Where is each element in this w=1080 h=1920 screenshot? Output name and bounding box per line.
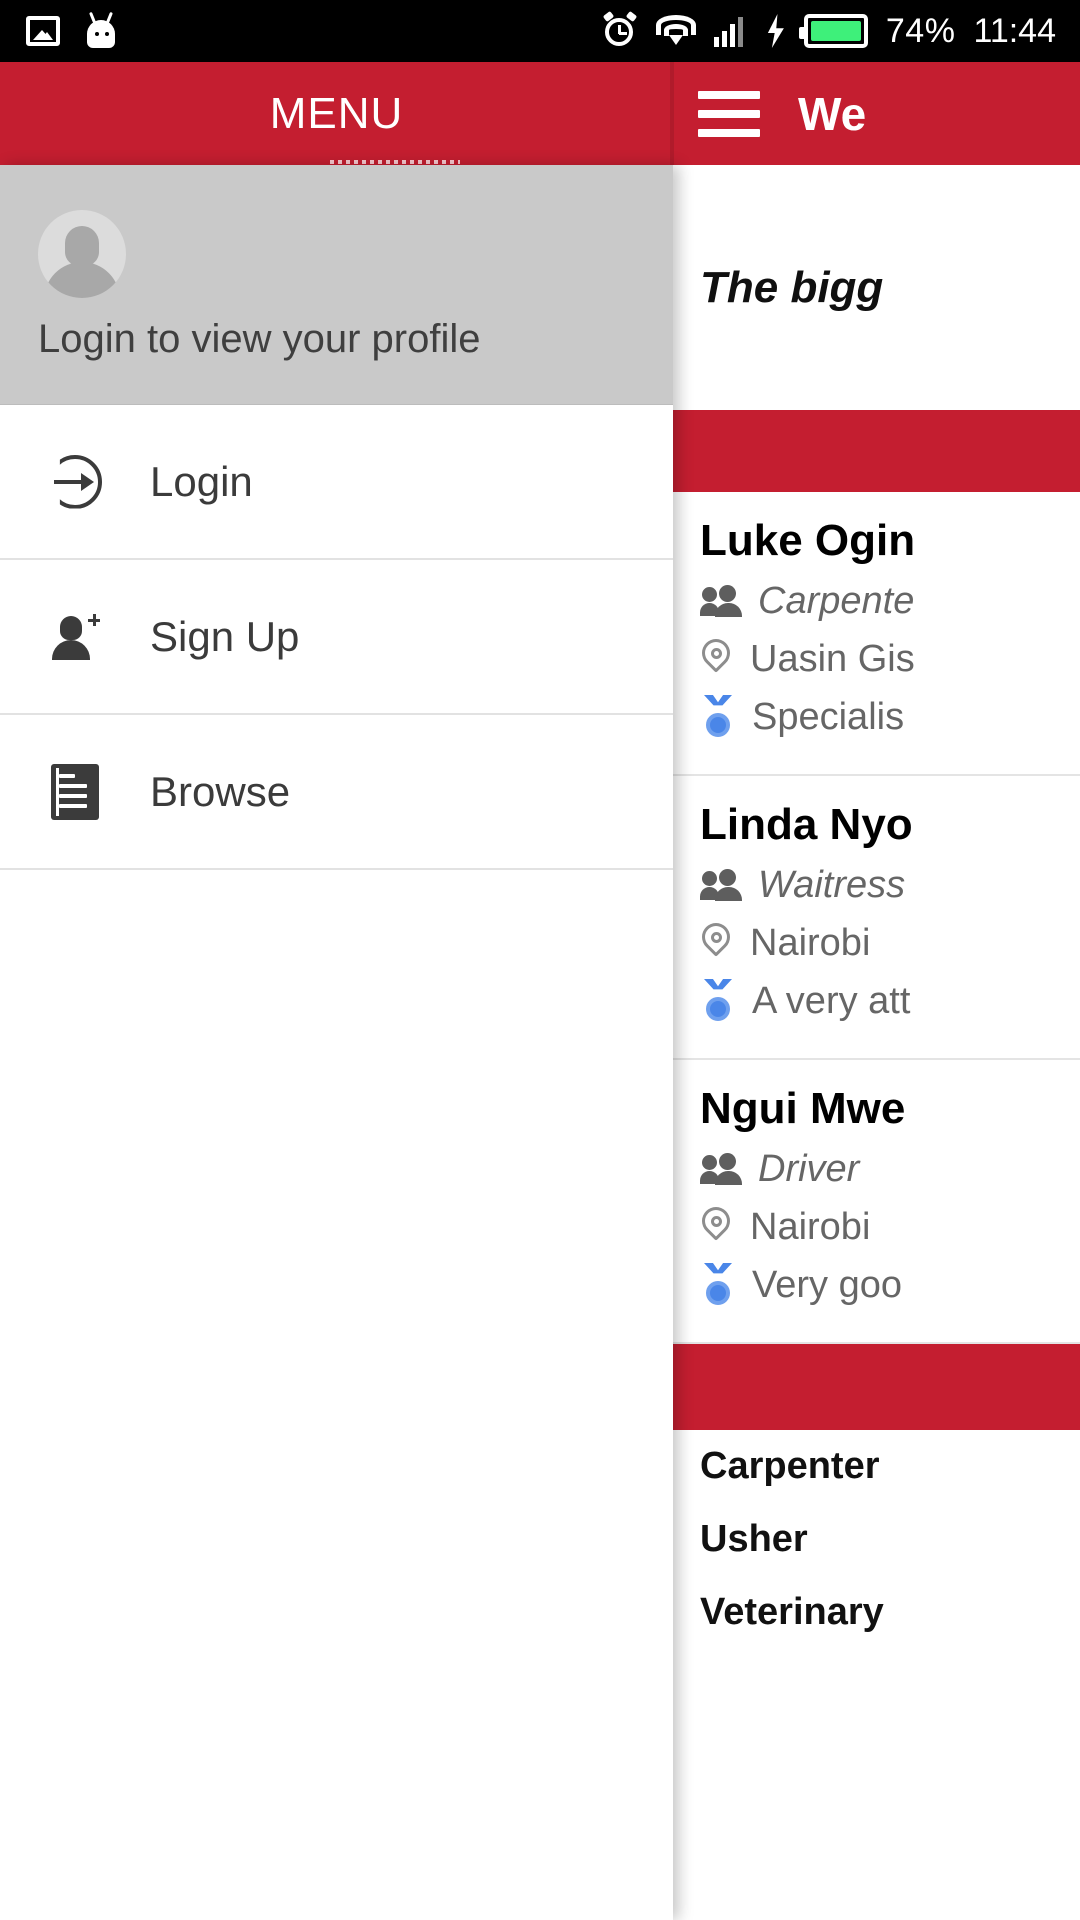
worker-card[interactable]: Ngui Mwe Driver Nairobi Very goo xyxy=(673,1060,1080,1344)
person-add-icon xyxy=(0,610,150,664)
worker-card[interactable]: Luke Ogin Carpente Uasin Gis Specialis xyxy=(673,492,1080,776)
clock-label: 11:44 xyxy=(973,11,1056,50)
worker-review-row: A very att xyxy=(700,972,1080,1030)
worker-location-row: Uasin Gis xyxy=(696,630,1080,688)
tagline: The bigg xyxy=(700,262,884,312)
worker-review: Specialis xyxy=(752,695,905,738)
drawer-empty-area xyxy=(0,870,673,1510)
worker-location: Uasin Gis xyxy=(750,637,915,680)
drawer-item-label: Login xyxy=(150,457,253,505)
people-icon xyxy=(700,585,742,617)
alarm-icon xyxy=(602,10,638,49)
app-bar-dotted-accent xyxy=(330,160,460,164)
worker-location: Nairobi xyxy=(750,1205,871,1248)
people-icon xyxy=(700,1153,742,1185)
battery-percent-label: 74% xyxy=(885,11,956,50)
location-pin-icon xyxy=(696,1201,736,1249)
category-item[interactable]: Veterinary xyxy=(673,1576,1080,1649)
drawer-item-signup[interactable]: Sign Up xyxy=(0,560,673,715)
location-pin-icon xyxy=(696,917,736,965)
worker-name: Linda Nyo xyxy=(700,800,913,849)
drawer-app-bar: MENU xyxy=(0,62,673,165)
worker-location: Nairobi xyxy=(750,921,871,964)
location-pin-icon xyxy=(696,633,736,681)
charging-bolt-icon xyxy=(767,14,784,48)
worker-name: Luke Ogin xyxy=(700,516,916,565)
sign-in-icon xyxy=(0,454,150,509)
default-avatar-icon xyxy=(38,210,126,298)
battery-icon xyxy=(798,14,868,48)
worker-occupation-row: Waitress xyxy=(700,856,1080,914)
worker-card[interactable]: Linda Nyo Waitress Nairobi A very att xyxy=(673,776,1080,1060)
app-bar-divider xyxy=(670,62,674,165)
worker-review-row: Specialis xyxy=(700,688,1080,746)
worker-occupation-row: Driver xyxy=(700,1140,1080,1198)
drawer-item-label: Browse xyxy=(150,767,291,815)
drawer-profile-header[interactable]: Login to view your profile xyxy=(0,165,673,405)
category-item[interactable]: Carpenter xyxy=(673,1430,1080,1503)
hamburger-icon[interactable] xyxy=(698,90,760,137)
worker-location-row: Nairobi xyxy=(696,914,1080,972)
worker-occupation: Carpente xyxy=(758,579,915,622)
worker-name: Ngui Mwe xyxy=(700,1084,906,1133)
section-header-band-workers xyxy=(673,410,1080,492)
main-content: The bigg Luke Ogin Carpente Uasin Gis Sp… xyxy=(673,165,1080,1920)
medal-icon xyxy=(700,1263,736,1307)
app-bar: MENU We xyxy=(0,62,1080,165)
status-bar-left-icons xyxy=(26,11,118,50)
cellular-signal-icon xyxy=(713,15,748,47)
medal-icon xyxy=(700,695,736,739)
drawer-title: MENU xyxy=(269,88,404,138)
drawer-item-login[interactable]: Login xyxy=(0,405,673,560)
screenshot-image-icon xyxy=(26,16,60,46)
worker-review-row: Very goo xyxy=(700,1256,1080,1314)
category-item[interactable]: Usher xyxy=(673,1503,1080,1576)
page-title: We xyxy=(798,87,867,140)
document-list-icon xyxy=(0,763,150,820)
worker-occupation: Driver xyxy=(758,1147,860,1190)
medal-icon xyxy=(700,979,736,1023)
worker-occupation-row: Carpente xyxy=(700,572,1080,630)
main-app-bar: We xyxy=(673,62,1080,165)
status-bar-right-icons: 74% 11:44 xyxy=(602,10,1056,51)
worker-review: A very att xyxy=(752,979,911,1022)
section-header-band-categories xyxy=(673,1344,1080,1430)
profile-login-prompt: Login to view your profile xyxy=(38,317,481,361)
people-icon xyxy=(700,869,742,901)
navigation-drawer: Login to view your profile Login Sign Up… xyxy=(0,165,673,1920)
status-bar: 74% 11:44 xyxy=(0,0,1080,62)
android-robot-icon xyxy=(84,11,118,50)
drawer-item-label: Sign Up xyxy=(150,612,300,660)
worker-occupation: Waitress xyxy=(758,863,906,906)
wifi-icon xyxy=(655,15,696,47)
drawer-item-browse[interactable]: Browse xyxy=(0,715,673,870)
worker-location-row: Nairobi xyxy=(696,1198,1080,1256)
app-screen: 74% 11:44 MENU We The bigg Luke Ogin Car… xyxy=(0,0,1080,1920)
worker-review: Very goo xyxy=(752,1263,902,1306)
